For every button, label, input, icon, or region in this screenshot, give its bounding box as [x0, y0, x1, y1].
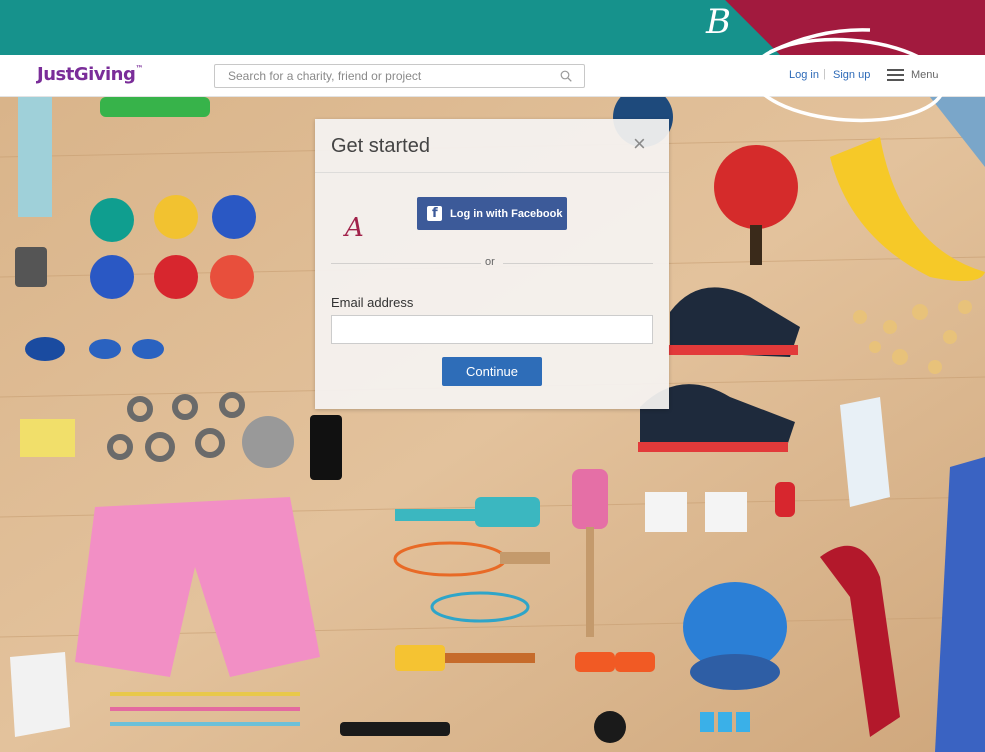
logo-text: JustGiving [37, 64, 136, 85]
signup-link[interactable]: Sign up [833, 69, 870, 81]
logo-trademark: ™ [135, 64, 143, 73]
modal-title: Get started [331, 135, 430, 157]
nav-separator: | [823, 68, 826, 80]
site-header: JustGiving™ Log in | Sign up Menu [0, 55, 985, 97]
search-input[interactable] [215, 65, 555, 87]
modal-divider [315, 172, 669, 173]
login-link[interactable]: Log in [789, 69, 819, 81]
annotation-letter-a: A [345, 213, 364, 243]
or-separator: or [485, 256, 495, 268]
close-icon[interactable]: × [633, 131, 646, 157]
hamburger-menu-icon[interactable] [887, 69, 904, 81]
menu-button[interactable]: Menu [911, 69, 939, 81]
get-started-modal: Get started × f Log in with Facebook A o… [315, 119, 669, 409]
justgiving-logo[interactable]: JustGiving™ [37, 64, 143, 85]
facebook-icon: f [427, 206, 442, 221]
email-label: Email address [331, 295, 414, 310]
or-divider-right [503, 263, 653, 264]
or-divider-left [331, 263, 481, 264]
facebook-login-label: Log in with Facebook [450, 207, 563, 220]
facebook-login-button[interactable]: f Log in with Facebook [417, 197, 567, 230]
browser-screenshot: JustGiving™ Log in | Sign up Menu [0, 55, 985, 752]
continue-button[interactable]: Continue [442, 357, 542, 386]
annotation-letter-b: B [706, 2, 731, 42]
email-field[interactable] [331, 315, 653, 344]
search-box [214, 64, 585, 88]
search-icon[interactable] [560, 70, 572, 82]
